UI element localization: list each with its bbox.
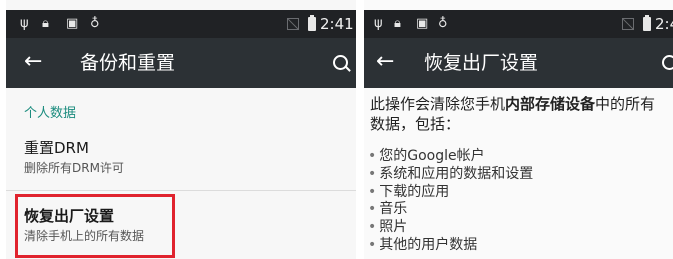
list-item-text: 音乐 bbox=[379, 201, 408, 218]
setting-item-reset-drm[interactable]: 重置DRM 删除所有DRM许可 bbox=[6, 128, 356, 188]
search-icon[interactable] bbox=[662, 55, 673, 70]
battery-icon bbox=[643, 15, 651, 31]
back-arrow-icon[interactable]: ← bbox=[376, 49, 394, 75]
status-bar: ψ 🔒︎ ▣ ♁ 2:4 bbox=[364, 10, 673, 38]
usb-icon: ψ bbox=[20, 16, 29, 31]
warning-emphasis: 内部存储设备 bbox=[505, 95, 596, 113]
clipboard-icon: ▣ bbox=[66, 16, 79, 31]
app-bar: ← 备份和重置 bbox=[6, 38, 356, 88]
page-title: 备份和重置 bbox=[80, 52, 176, 74]
list-item: • 您的Google帐户 bbox=[368, 148, 485, 164]
factory-reset-screen: ψ 🔒︎ ▣ ♁ 2:4 ← 恢复出厂设置 此操作会清除您手机内部存储设备中的所… bbox=[364, 0, 673, 259]
status-time: 2:4 bbox=[655, 15, 673, 33]
android-debug-icon: ♁ bbox=[438, 16, 448, 31]
setting-item-title: 恢复出厂设置 bbox=[24, 207, 115, 225]
clipboard-icon: ▣ bbox=[416, 16, 429, 31]
divider bbox=[6, 190, 356, 191]
list-item-text: 您的Google帐户 bbox=[379, 148, 485, 164]
status-time: 2:41 bbox=[320, 15, 354, 33]
status-bar: ψ 🔒︎ ▣ ♁ 2:41 bbox=[6, 10, 356, 38]
search-icon[interactable] bbox=[333, 55, 348, 70]
list-item: • 系统和应用的数据和设置 bbox=[368, 165, 534, 182]
setting-item-title: 重置DRM bbox=[24, 139, 89, 157]
backup-reset-screen: ψ 🔒︎ ▣ ♁ 2:41 ← 备份和重置 个人数据 重置DRM 删除所有DRM… bbox=[6, 0, 356, 259]
app-bar: ← 恢复出厂设置 bbox=[364, 38, 673, 88]
list-item-text: 下载的应用 bbox=[379, 183, 450, 200]
battery-icon bbox=[308, 15, 316, 31]
no-sim-icon bbox=[287, 18, 299, 30]
erased-data-list: • 您的Google帐户 • 系统和应用的数据和设置 • 下载的应用 • 音乐 • 照片 … bbox=[368, 148, 533, 255]
section-header-personal-data: 个人数据 bbox=[24, 106, 77, 121]
setting-item-factory-reset[interactable]: 恢复出厂设置 清除手机上的所有数据 bbox=[6, 196, 356, 259]
lock-icon: 🔒︎ bbox=[42, 16, 49, 31]
list-item: • 音乐 bbox=[368, 201, 408, 218]
no-sim-icon bbox=[622, 18, 634, 30]
list-item: • 下载的应用 bbox=[368, 183, 450, 200]
list-item-text: 其他的用户数据 bbox=[379, 236, 478, 253]
lock-icon: 🔒︎ bbox=[394, 16, 401, 31]
usb-icon: ψ bbox=[374, 16, 383, 31]
page-title: 恢复出厂设置 bbox=[424, 52, 539, 74]
android-debug-icon: ♁ bbox=[90, 16, 100, 31]
setting-item-summary: 删除所有DRM许可 bbox=[24, 161, 124, 175]
back-arrow-icon[interactable]: ← bbox=[24, 49, 42, 75]
warning-text: 此操作会清除您手机内部存储设备中的所有数据，包括： bbox=[370, 94, 670, 134]
list-item-text: 系统和应用的数据和设置 bbox=[379, 165, 534, 182]
list-item: • 照片 bbox=[368, 219, 408, 236]
setting-item-summary: 清除手机上的所有数据 bbox=[24, 229, 145, 243]
list-item: • 其他的用户数据 bbox=[368, 236, 478, 253]
warning-prefix: 此操作会清除您手机 bbox=[370, 95, 506, 113]
list-item-text: 照片 bbox=[379, 219, 408, 236]
